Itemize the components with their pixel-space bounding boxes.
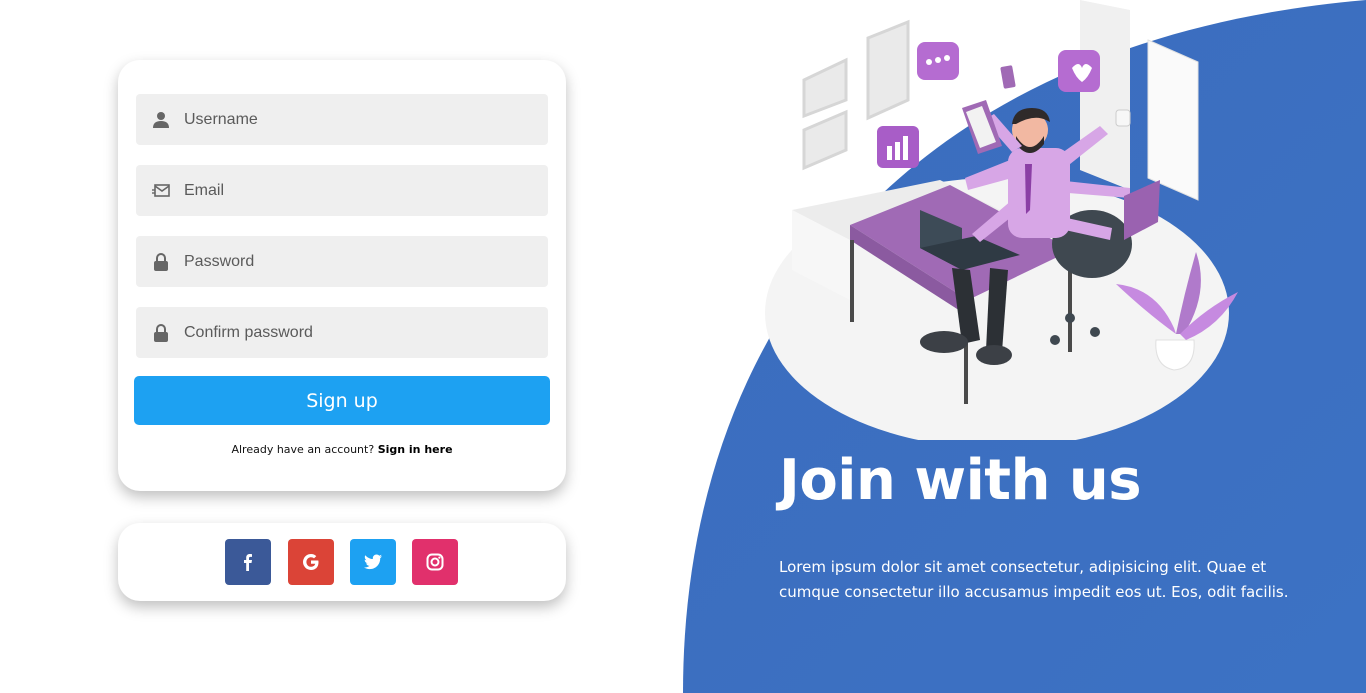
confirm-password-input[interactable] bbox=[184, 307, 534, 358]
confirm-password-field-wrapper bbox=[136, 307, 548, 358]
hero-description: Lorem ipsum dolor sit amet consectetur, … bbox=[779, 558, 1289, 601]
instagram-button[interactable] bbox=[412, 539, 458, 585]
google-button[interactable] bbox=[288, 539, 334, 585]
signup-button[interactable]: Sign up bbox=[134, 376, 550, 425]
signin-prompt-text: Already have an account? bbox=[231, 443, 375, 456]
password-input[interactable] bbox=[184, 236, 534, 287]
username-input[interactable] bbox=[184, 94, 534, 145]
social-login-card bbox=[118, 523, 566, 601]
office-multitask-illustration bbox=[765, 0, 1238, 440]
user-icon bbox=[153, 112, 169, 128]
facebook-icon bbox=[244, 554, 252, 571]
instagram-icon bbox=[426, 553, 444, 571]
signup-form-card: Sign up Already have an account? Sign in… bbox=[118, 60, 566, 491]
hero-title: Join with us bbox=[779, 448, 1142, 513]
twitter-icon bbox=[364, 554, 382, 570]
signup-page: Join with us Lorem ipsum dolor sit amet … bbox=[0, 0, 1366, 693]
google-icon bbox=[303, 554, 319, 570]
username-field-wrapper bbox=[136, 94, 548, 145]
lock-icon bbox=[154, 324, 168, 342]
lock-icon bbox=[154, 253, 168, 271]
password-field-wrapper bbox=[136, 236, 548, 287]
twitter-button[interactable] bbox=[350, 539, 396, 585]
email-field-wrapper bbox=[136, 165, 548, 216]
facebook-button[interactable] bbox=[225, 539, 271, 585]
email-input[interactable] bbox=[184, 165, 534, 216]
signin-prompt-line: Already have an account? Sign in here bbox=[118, 443, 566, 456]
mail-icon bbox=[152, 184, 170, 197]
signin-link[interactable]: Sign in here bbox=[378, 443, 453, 456]
